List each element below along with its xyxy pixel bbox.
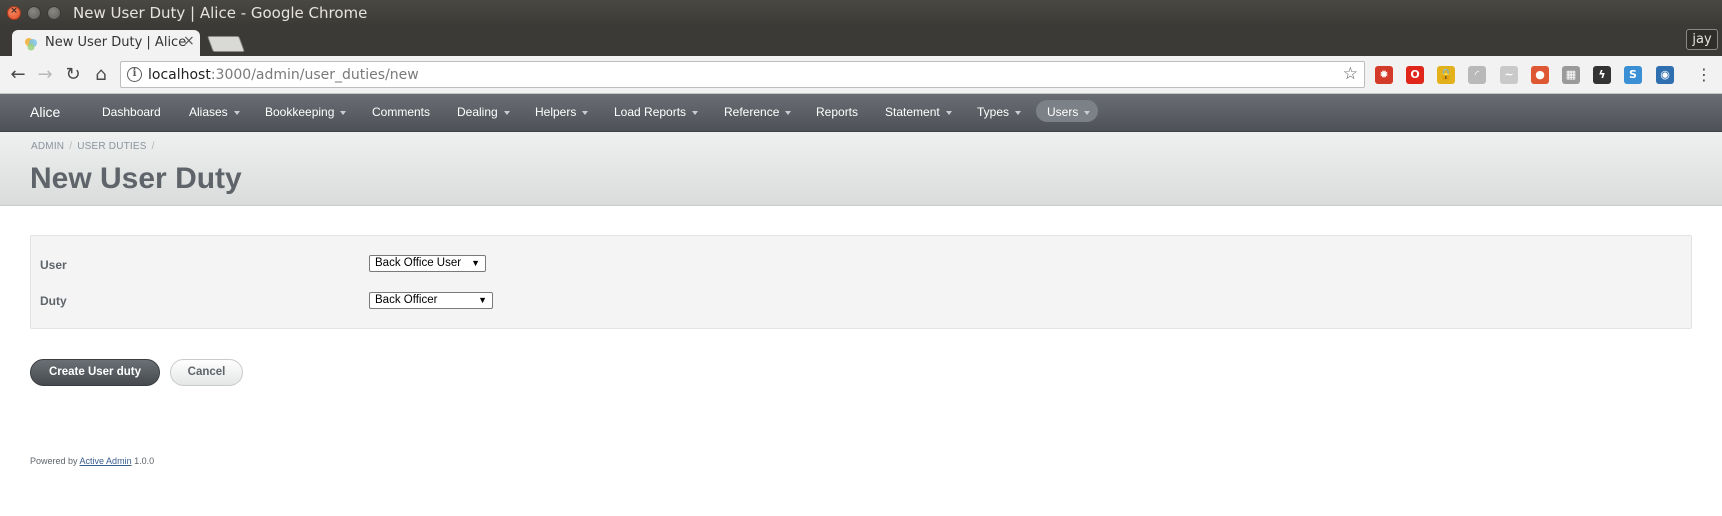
user-select-value: Back Office User (375, 257, 462, 269)
tab-strip: New User Duty | Alice × jay (0, 26, 1722, 56)
breadcrumb-separator: / (151, 141, 155, 152)
site-title[interactable]: Alice (30, 104, 60, 120)
opera-ext-icon[interactable]: O (1406, 66, 1424, 84)
tab-title: New User Duty | Alice (45, 35, 187, 50)
browser-tab[interactable]: New User Duty | Alice × (12, 30, 200, 56)
user-select[interactable]: Back Office User ▼ (369, 255, 486, 272)
dropdown-caret-icon (233, 110, 240, 115)
dropdown-caret-icon (1084, 110, 1091, 115)
dropdown-caret-icon (503, 110, 510, 115)
dropdown-caret-icon (785, 110, 792, 115)
url-text: localhost:3000/admin/user_duties/new (148, 67, 419, 83)
browser-toolbar: ← → ↻ ⌂ i localhost:3000/admin/user_duti… (0, 56, 1722, 94)
nav-item-label: Helpers (535, 105, 577, 119)
tab-close-icon[interactable]: × (183, 33, 195, 49)
lock-ext-icon[interactable]: 🔒 (1437, 66, 1455, 84)
dropdown-caret-icon (945, 110, 952, 115)
title-bar: ADMIN / USER DUTIES / New User Duty (0, 132, 1722, 206)
dropdown-caret-icon (1015, 110, 1022, 115)
dropdown-caret-icon (340, 110, 347, 115)
profile-button[interactable]: jay (1686, 29, 1718, 50)
create-user-duty-button[interactable]: Create User duty (30, 359, 160, 386)
dropdown-caret-icon (582, 110, 589, 115)
user-label: User (40, 258, 67, 272)
new-tab-button[interactable] (207, 36, 245, 52)
address-bar[interactable]: i localhost:3000/admin/user_duties/new ☆ (120, 61, 1365, 88)
window-maximize-button[interactable] (47, 6, 61, 20)
info-icon[interactable]: i (127, 67, 142, 82)
duty-select[interactable]: Back Officer ▼ (369, 292, 493, 309)
nav-item-label: Bookkeeping (265, 105, 335, 119)
s-ext-icon[interactable]: S (1624, 66, 1642, 84)
duty-label: Duty (40, 294, 67, 308)
bolt-ext-icon[interactable]: ϟ (1593, 66, 1611, 84)
nav-item-label: Types (977, 105, 1010, 119)
user-duty-form: User Back Office User ▼ Duty Back Office… (30, 235, 1692, 329)
nav-item-statement[interactable]: Statement (885, 105, 952, 119)
nav-item-dealing[interactable]: Dealing (457, 105, 510, 119)
bookmark-star-icon[interactable]: ☆ (1343, 64, 1358, 84)
nav-item-label: Comments (372, 105, 431, 119)
window-close-button[interactable]: × (7, 6, 21, 20)
nav-item-label: Reports (816, 105, 859, 119)
dropdown-arrow-icon: ▼ (471, 258, 480, 268)
nav-item-load-reports[interactable]: Load Reports (614, 105, 699, 119)
window-minimize-button[interactable] (27, 6, 41, 20)
nav-item-reports[interactable]: Reports (816, 105, 858, 119)
nav-item-reference[interactable]: Reference (724, 105, 792, 119)
page-title: New User Duty (30, 162, 242, 195)
duckduckgo-ext-icon[interactable]: ● (1531, 66, 1549, 84)
menu-kebab-icon[interactable]: ⋮ (1693, 64, 1715, 86)
window-title: New User Duty | Alice - Google Chrome (73, 4, 368, 22)
breadcrumb-user-duties[interactable]: USER DUTIES (77, 141, 146, 152)
nav-item-label: Dealing (457, 105, 498, 119)
home-icon[interactable]: ⌂ (90, 64, 112, 86)
nav-item-comments[interactable]: Comments (372, 105, 430, 119)
grid-ext-icon[interactable]: ▦ (1562, 66, 1580, 84)
close-icon: × (10, 6, 18, 16)
back-arrow-icon[interactable]: ← (7, 64, 29, 86)
footer: Powered by Active Admin 1.0.0 (30, 456, 154, 466)
nav-item-dashboard[interactable]: Dashboard (102, 105, 161, 119)
reload-icon[interactable]: ↻ (62, 64, 84, 86)
nav-item-users[interactable]: Users (1047, 105, 1091, 119)
nav-item-helpers[interactable]: Helpers (535, 105, 589, 119)
nav-item-label: Users (1047, 105, 1079, 119)
nav-item-label: Dashboard (102, 105, 161, 119)
ship-ext-icon[interactable]: ◉ (1656, 66, 1674, 84)
nav-item-aliases[interactable]: Aliases (189, 105, 240, 119)
feed-ext-icon[interactable]: ◜ (1468, 66, 1486, 84)
breadcrumb: ADMIN / USER DUTIES / (31, 141, 160, 152)
cancel-button[interactable]: Cancel (170, 359, 243, 386)
footer-version: 1.0.0 (134, 456, 155, 466)
duty-select-value: Back Officer (375, 294, 438, 306)
forward-arrow-icon[interactable]: → (34, 64, 56, 86)
bug-ext-icon[interactable]: ✹ (1375, 66, 1393, 84)
url-host: localhost (148, 67, 211, 83)
rss-ext-icon[interactable]: ~ (1500, 66, 1518, 84)
dropdown-arrow-icon: ▼ (478, 295, 487, 305)
window-titlebar: × New User Duty | Alice - Google Chrome (0, 0, 1722, 26)
admin-header: Alice Dashboard Aliases Bookkeeping Comment… (0, 94, 1722, 132)
nav-item-label: Statement (885, 105, 940, 119)
nav-item-label: Aliases (189, 105, 228, 119)
url-path: :3000/admin/user_duties/new (210, 67, 419, 83)
active-admin-link[interactable]: Active Admin (80, 456, 132, 466)
dropdown-caret-icon (692, 110, 699, 115)
breadcrumb-separator: / (69, 141, 73, 152)
nav-item-bookkeeping[interactable]: Bookkeeping (265, 105, 347, 119)
nav-item-label: Load Reports (614, 105, 687, 119)
nav-item-types[interactable]: Types (977, 105, 1022, 119)
breadcrumb-admin[interactable]: ADMIN (31, 141, 64, 152)
footer-prefix: Powered by (30, 456, 78, 466)
alice-favicon-icon (25, 38, 37, 51)
nav-item-label: Reference (724, 105, 780, 119)
